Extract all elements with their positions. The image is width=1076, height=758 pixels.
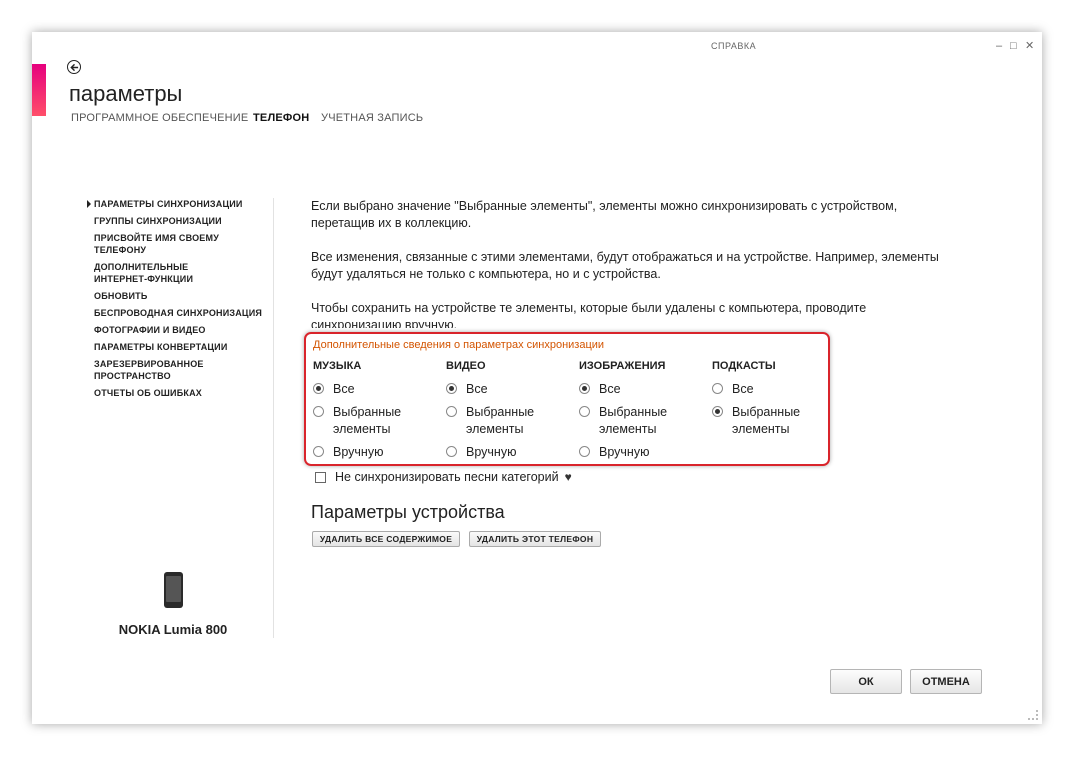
sidebar-item-update[interactable]: ОБНОВИТЬ (94, 290, 274, 302)
category-title: МУЗЫКА (313, 360, 362, 372)
radio-unchecked[interactable] (712, 383, 723, 394)
radio-video-selected[interactable]: Выбранные элементы (446, 404, 566, 438)
radio-checked[interactable] (579, 383, 590, 394)
option-label: Выбранные элементы (466, 405, 535, 436)
category-podcasts: ПОДКАСТЫ Все Выбранные элементы (712, 359, 832, 444)
category-video: ВИДЕО Все Выбранные элементы Вручную (446, 359, 566, 467)
option-label: Выбранные элементы (732, 405, 801, 436)
sidebar-item-sync-groups[interactable]: ГРУППЫ СИНХРОНИЗАЦИИ (94, 215, 274, 227)
delete-phone-button[interactable]: УДАЛИТЬ ЭТОТ ТЕЛЕФОН (469, 531, 601, 547)
category-images: ИЗОБРАЖЕНИЯ Все Выбранные элементы Вручн… (579, 359, 699, 467)
option-label: Вручную (333, 445, 384, 459)
radio-unchecked[interactable] (446, 446, 457, 457)
resize-grip[interactable] (1028, 710, 1038, 720)
category-title: ВИДЕО (446, 360, 486, 372)
accent-bar (32, 64, 46, 116)
radio-unchecked[interactable] (579, 446, 590, 457)
description-paragraph-2: Все изменения, связанные с этими элемент… (311, 250, 939, 281)
description-paragraph-3: Чтобы сохранить на устройстве те элемент… (311, 301, 867, 328)
sidebar-item-sync-settings[interactable]: ПАРАМЕТРЫ СИНХРОНИЗАЦИИ (87, 198, 274, 210)
heart-icon: ♥ (564, 470, 572, 484)
radio-video-manual[interactable]: Вручную (446, 444, 566, 461)
radio-checked[interactable] (446, 383, 457, 394)
radio-images-manual[interactable]: Вручную (579, 444, 699, 461)
radio-music-manual[interactable]: Вручную (313, 444, 433, 461)
option-label: Вручную (599, 445, 650, 459)
description-paragraph-1: Если выбрано значение "Выбранные элемент… (311, 199, 898, 230)
option-label: Вручную (466, 445, 517, 459)
radio-images-all[interactable]: Все (579, 381, 699, 398)
radio-unchecked[interactable] (313, 446, 324, 457)
category-title: ПОДКАСТЫ (712, 360, 776, 372)
radio-unchecked[interactable] (313, 406, 324, 417)
radio-video-all[interactable]: Все (446, 381, 566, 398)
radio-checked[interactable] (313, 383, 324, 394)
delete-all-content-button[interactable]: УДАЛИТЬ ВСЕ СОДЕРЖИМОЕ (312, 531, 460, 547)
close-icon[interactable]: ✕ (1025, 40, 1034, 52)
tab-phone[interactable]: ТЕЛЕФОН (253, 112, 309, 124)
no-sync-checkbox[interactable] (315, 471, 326, 483)
option-label: Все (333, 382, 355, 396)
radio-podcasts-selected[interactable]: Выбранные элементы (712, 404, 832, 438)
phone-icon (164, 572, 183, 608)
description-clip: Чтобы сохранить на устройстве те элемент… (311, 300, 931, 328)
sidebar-item-reserved-space[interactable]: ЗАРЕЗЕРВИРОВАННОЕ ПРОСТРАНСТВО (94, 358, 209, 382)
option-label: Выбранные элементы (599, 405, 668, 436)
tab-software[interactable]: ПРОГРАММНОЕ ОБЕСПЕЧЕНИЕ (71, 112, 248, 124)
category-title: ИЗОБРАЖЕНИЯ (579, 360, 666, 372)
radio-podcasts-all[interactable]: Все (712, 381, 832, 398)
option-label: Все (732, 382, 754, 396)
help-link[interactable]: СПРАВКА (711, 41, 756, 51)
sidebar-item-wireless-sync[interactable]: БЕСПРОВОДНАЯ СИНХРОНИЗАЦИЯ (94, 307, 274, 319)
ok-button[interactable]: ОК (830, 669, 902, 694)
back-arrow-icon (69, 63, 78, 71)
sidebar-item-photos-video[interactable]: ФОТОГРАФИИ И ВИДЕО (94, 324, 274, 336)
maximize-icon[interactable]: □ (1010, 40, 1017, 52)
radio-unchecked[interactable] (446, 406, 457, 417)
radio-images-selected[interactable]: Выбранные элементы (579, 404, 699, 438)
category-music: МУЗЫКА Все Выбранные элементы Вручную (313, 359, 433, 467)
radio-music-all[interactable]: Все (313, 381, 433, 398)
option-label: Выбранные элементы (333, 405, 402, 436)
page-title: параметры (69, 81, 183, 106)
sync-info-link[interactable]: Дополнительные сведения о параметрах син… (313, 339, 604, 351)
sidebar-nav: ПАРАМЕТРЫ СИНХРОНИЗАЦИИ ГРУППЫ СИНХРОНИЗ… (87, 198, 274, 404)
tab-account[interactable]: УЧЕТНАЯ ЗАПИСЬ (321, 112, 423, 124)
no-sync-label: Не синхронизировать песни категорий (335, 470, 559, 484)
sidebar-item-conversion[interactable]: ПАРАМЕТРЫ КОНВЕРТАЦИИ (94, 341, 274, 353)
sidebar-item-internet-features[interactable]: ДОПОЛНИТЕЛЬНЫЕ ИНТЕРНЕТ-ФУНКЦИИ (94, 261, 244, 285)
settings-window: СПРАВКА – □ ✕ параметры ПРОГРАММНОЕ ОБЕС… (32, 32, 1042, 724)
radio-checked[interactable] (712, 406, 723, 417)
device-name: NOKIA Lumia 800 (118, 622, 228, 637)
option-label: Все (599, 382, 621, 396)
cancel-button[interactable]: ОТМЕНА (910, 669, 982, 694)
sidebar-divider (273, 198, 274, 638)
radio-unchecked[interactable] (579, 406, 590, 417)
device-settings-title: Параметры устройства (311, 502, 505, 522)
radio-music-selected[interactable]: Выбранные элементы (313, 404, 433, 438)
back-button[interactable] (67, 60, 81, 74)
no-sync-checkbox-row[interactable]: Не синхронизировать песни категорий ♥ (315, 470, 572, 484)
sidebar-item-error-reports[interactable]: ОТЧЕТЫ ОБ ОШИБКАХ (94, 387, 274, 399)
option-label: Все (466, 382, 488, 396)
sidebar-item-name-phone[interactable]: ПРИСВОЙТЕ ИМЯ СВОЕМУ ТЕЛЕФОНУ (94, 232, 224, 256)
minimize-icon[interactable]: – (996, 40, 1002, 52)
